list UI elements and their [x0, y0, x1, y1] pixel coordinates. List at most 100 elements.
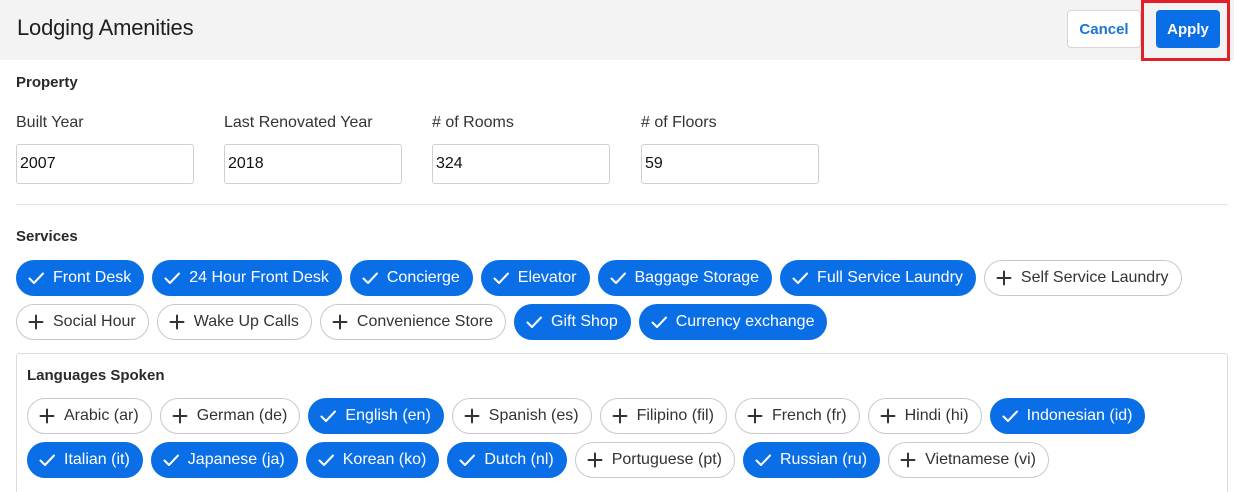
- language-chip-hindi-hi[interactable]: Hindi (hi): [867, 398, 982, 434]
- language-chip-indonesian-id[interactable]: Indonesian (id): [989, 398, 1146, 434]
- languages-panel: Languages Spoken Arabic (ar) German (de) E…: [16, 353, 1228, 492]
- plus-icon: [611, 407, 629, 425]
- service-chip-label: Concierge: [386, 269, 460, 286]
- check-icon: [525, 313, 543, 331]
- check-icon: [162, 451, 180, 469]
- plus-icon: [879, 407, 897, 425]
- service-chip-social-hour[interactable]: Social Hour: [16, 304, 149, 340]
- language-chip-label: Hindi (hi): [904, 407, 969, 424]
- languages-chip-group: Arabic (ar) German (de) English (en) Spanis…: [27, 398, 1217, 478]
- language-chip-japanese-ja[interactable]: Japanese (ja): [150, 442, 298, 478]
- rooms-input[interactable]: [432, 144, 610, 184]
- language-chip-label: Vietnamese (vi): [925, 451, 1036, 468]
- service-chip-baggage-storage[interactable]: Baggage Storage: [597, 260, 773, 296]
- service-chip-currency-exchange[interactable]: Currency exchange: [638, 304, 828, 340]
- service-chip-full-service-laundry[interactable]: Full Service Laundry: [780, 260, 976, 296]
- service-chip-gift-shop[interactable]: Gift Shop: [514, 304, 631, 340]
- service-chip-elevator[interactable]: Elevator: [480, 260, 590, 296]
- built-year-input[interactable]: [16, 144, 194, 184]
- check-icon: [38, 451, 56, 469]
- plus-icon: [38, 407, 56, 425]
- plus-icon: [168, 313, 186, 331]
- service-chip-label: Self Service Laundry: [1020, 269, 1169, 286]
- service-chip-self-service-laundry[interactable]: Self Service Laundry: [983, 260, 1182, 296]
- language-chip-label: Dutch (nl): [484, 451, 554, 468]
- rooms-label: # of Rooms: [432, 114, 514, 131]
- service-chip-label: Full Service Laundry: [817, 269, 963, 286]
- service-chip-convenience-store[interactable]: Convenience Store: [319, 304, 507, 340]
- language-chip-english-en[interactable]: English (en): [308, 398, 444, 434]
- check-icon: [609, 269, 627, 287]
- language-chip-spanish-es[interactable]: Spanish (es): [451, 398, 592, 434]
- language-chip-dutch-nl[interactable]: Dutch (nl): [447, 442, 567, 478]
- language-chip-korean-ko[interactable]: Korean (ko): [305, 442, 440, 478]
- service-chip-label: Wake Up Calls: [193, 313, 299, 330]
- languages-section-title: Languages Spoken: [27, 367, 165, 384]
- language-chip-label: French (fr): [771, 407, 847, 424]
- section-divider: [16, 204, 1228, 205]
- check-icon: [754, 451, 772, 469]
- service-chip-label: Convenience Store: [356, 313, 494, 330]
- language-chip-label: Russian (ru): [779, 451, 868, 468]
- plus-icon: [27, 313, 45, 331]
- language-chip-german-de[interactable]: German (de): [159, 398, 301, 434]
- language-chip-italian-it[interactable]: Italian (it): [27, 442, 143, 478]
- plus-icon: [586, 451, 604, 469]
- check-icon: [458, 451, 476, 469]
- floors-input[interactable]: [641, 144, 819, 184]
- floors-label: # of Floors: [641, 114, 717, 131]
- plus-icon: [995, 269, 1013, 287]
- service-chip-label: 24 Hour Front Desk: [189, 269, 329, 286]
- check-icon: [163, 269, 181, 287]
- language-chip-french-fr[interactable]: French (fr): [734, 398, 860, 434]
- language-chip-label: Portuguese (pt): [611, 451, 722, 468]
- property-section-title: Property: [16, 74, 78, 91]
- check-icon: [27, 269, 45, 287]
- last-renovated-year-input[interactable]: [224, 144, 402, 184]
- check-icon: [1001, 407, 1019, 425]
- language-chip-label: Korean (ko): [342, 451, 427, 468]
- cancel-button[interactable]: Cancel: [1067, 10, 1141, 48]
- plus-icon: [746, 407, 764, 425]
- header-bar: Lodging Amenities Cancel Apply: [0, 0, 1234, 61]
- check-icon: [317, 451, 335, 469]
- apply-button[interactable]: Apply: [1156, 10, 1220, 48]
- language-chip-label: Spanish (es): [488, 407, 579, 424]
- language-chip-label: Arabic (ar): [64, 407, 139, 424]
- service-chip-label: Social Hour: [53, 313, 136, 330]
- plus-icon: [899, 451, 917, 469]
- last-renovated-year-label: Last Renovated Year: [224, 114, 373, 131]
- service-chip-label: Gift Shop: [551, 313, 618, 330]
- check-icon: [492, 269, 510, 287]
- check-icon: [791, 269, 809, 287]
- service-chip-label: Currency exchange: [675, 313, 815, 330]
- service-chip-front-desk[interactable]: Front Desk: [16, 260, 145, 296]
- built-year-label: Built Year: [16, 114, 84, 131]
- language-chip-label: Italian (it): [64, 451, 130, 468]
- check-icon: [361, 269, 379, 287]
- service-chip-label: Baggage Storage: [634, 269, 760, 286]
- service-chip-label: Front Desk: [53, 269, 132, 286]
- service-chip-concierge[interactable]: Concierge: [349, 260, 473, 296]
- services-section-title: Services: [16, 228, 78, 245]
- service-chip-label: Elevator: [517, 269, 577, 286]
- check-icon: [650, 313, 668, 331]
- language-chip-filipino-fil[interactable]: Filipino (fil): [599, 398, 727, 434]
- language-chip-russian-ru[interactable]: Russian (ru): [742, 442, 881, 478]
- services-chip-group: Front Desk 24 Hour Front Desk Concierge Ele…: [16, 260, 1226, 340]
- language-chip-portuguese-pt[interactable]: Portuguese (pt): [574, 442, 735, 478]
- language-chip-arabic-ar[interactable]: Arabic (ar): [27, 398, 152, 434]
- plus-icon: [171, 407, 189, 425]
- plus-icon: [463, 407, 481, 425]
- language-chip-vietnamese-vi[interactable]: Vietnamese (vi): [888, 442, 1049, 478]
- language-chip-label: Filipino (fil): [636, 407, 714, 424]
- check-icon: [319, 407, 337, 425]
- plus-icon: [331, 313, 349, 331]
- service-chip-wake-up-calls[interactable]: Wake Up Calls: [156, 304, 312, 340]
- language-chip-label: Japanese (ja): [187, 451, 285, 468]
- language-chip-label: German (de): [196, 407, 288, 424]
- page-title: Lodging Amenities: [17, 15, 194, 40]
- language-chip-label: Indonesian (id): [1026, 407, 1133, 424]
- language-chip-label: English (en): [345, 407, 431, 424]
- service-chip-24-hour-front-desk[interactable]: 24 Hour Front Desk: [152, 260, 342, 296]
